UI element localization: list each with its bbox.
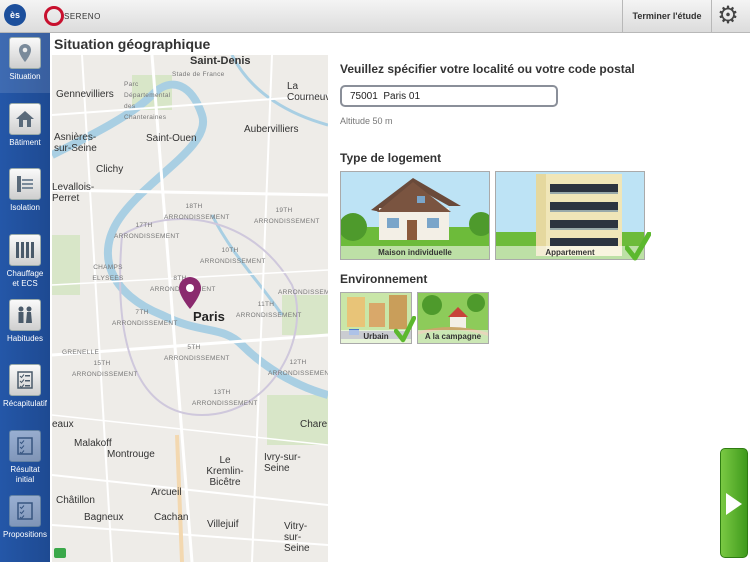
map-label-stade: Stade de France <box>172 71 225 78</box>
map-label-arcueil: Arcueil <box>151 487 182 498</box>
arrow-right-icon <box>726 493 742 515</box>
altitude-text: Altitude 50 m <box>340 116 393 126</box>
checkmark-icon <box>394 316 416 343</box>
gear-icon[interactable]: ⚙ <box>712 2 744 30</box>
next-button[interactable] <box>720 448 748 558</box>
env-option-campagne[interactable]: A la campagne <box>417 292 489 344</box>
sidebar-item-recapitulatif[interactable]: Récapitulatif <box>0 364 50 409</box>
map-label-paris: Paris <box>193 309 225 324</box>
sidebar-item-batiment[interactable]: Bâtiment <box>0 103 50 148</box>
checkmark-icon <box>625 232 651 261</box>
top-bar: ès SERENO Terminer l'étude ⚙ <box>0 0 750 33</box>
map-label-eaux: eaux <box>52 419 74 430</box>
map-label-malakoff: Malakoff <box>74 438 112 449</box>
house-icon <box>9 103 41 135</box>
map-label-chatillon: Châtillon <box>56 495 95 506</box>
map-label-gennevilliers: Gennevilliers <box>56 89 114 100</box>
page-title: Situation géographique <box>54 36 211 52</box>
map-label-arr-17: 17TH ARRONDISSEMENT <box>114 222 180 240</box>
map-label-bagneux: Bagneux <box>84 512 124 523</box>
sidebar-item-isolation[interactable]: Isolation <box>0 168 50 213</box>
map-pin-icon <box>179 277 201 309</box>
map-label-arr-20: ARRONDISSEMENT <box>278 289 328 296</box>
map-label-la-courneuve: La Courneuve <box>287 81 328 103</box>
logement-option-label: Appartement <box>496 246 644 259</box>
map-label-arr-11: 11TH ARRONDISSEMENT <box>236 301 302 319</box>
map-label-ivry: Ivry-sur-Seine <box>264 452 301 474</box>
locality-input[interactable] <box>340 85 558 107</box>
env-option-label: A la campagne <box>418 330 488 343</box>
sidebar-item-resultat-initial[interactable]: Résultat initial <box>0 430 50 485</box>
map-label-arr-18: 18TH ARRONDISSEMENT <box>164 203 230 221</box>
map-label-saint-denis: Saint-Denis <box>190 55 251 67</box>
map-label-arr-12: 12TH ARRONDISSEMENT <box>268 359 328 377</box>
people-icon <box>9 299 41 331</box>
map-label-champs: CHAMPS ELYSEES <box>92 264 124 282</box>
insulation-icon <box>9 168 41 200</box>
map-attribution-icon[interactable] <box>54 548 66 558</box>
sidebar-item-label: Situation <box>9 72 41 81</box>
map-view[interactable]: Saint-Denis Stade de France Parc Départe… <box>52 55 328 562</box>
sidebar-item-habitudes[interactable]: Habitudes <box>0 299 50 344</box>
map-label-asnieres: Asnières-sur-Seine <box>54 132 97 154</box>
map-label-arr-13: 13TH ARRONDISSEMENT <box>192 389 258 407</box>
logement-option-label: Maison individuelle <box>341 246 489 259</box>
map-pin-icon <box>9 37 41 69</box>
map-label-vitry: Vitry-sur-Seine <box>284 521 310 554</box>
map-label-montrouge: Montrouge <box>107 449 155 460</box>
map-label-arr-5: 5TH ARRONDISSEMENT <box>164 344 230 362</box>
sidebar-item-chauffage[interactable]: Chauffage et ECS <box>0 234 50 289</box>
map-label-charenton: Chare <box>300 419 328 430</box>
checklist-icon <box>9 364 41 396</box>
map-label-arr-19: 19TH ARRONDISSEMENT <box>254 207 320 225</box>
map-label-arr-7: 7TH ARRONDISSEMENT <box>112 309 178 327</box>
es-logo: ès <box>4 4 26 26</box>
checklist-icon <box>9 430 41 462</box>
logement-option-appartement[interactable]: Appartement <box>495 171 645 260</box>
logement-option-maison[interactable]: Maison individuelle <box>340 171 490 260</box>
map-label-levallois: Levallois-Perret <box>52 182 95 204</box>
locality-label: Veuillez spécifier votre localité ou vot… <box>340 62 635 76</box>
radiator-icon <box>9 234 41 266</box>
sidebar-item-propositions[interactable]: Propositions <box>0 495 50 540</box>
sidebar-item-situation[interactable]: Situation <box>0 33 50 93</box>
map-label-kremlin: Le Kremlin-Bicêtre <box>206 455 244 488</box>
map-label-aubervilliers: Aubervilliers <box>244 124 299 135</box>
logement-label: Type de logement <box>340 151 442 165</box>
map-label-villejuif: Villejuif <box>207 519 239 530</box>
map-label-saint-ouen: Saint-Ouen <box>146 133 197 144</box>
map-label-clichy: Clichy <box>96 164 124 175</box>
checklist-icon <box>9 495 41 527</box>
map-label-cachan: Cachan <box>154 512 189 523</box>
sidebar: Situation Bâtiment Isolation Chauffage e… <box>0 33 50 562</box>
map-label-arr-15: 15TH ARRONDISSEMENT <box>72 360 138 378</box>
terminer-etude-button[interactable]: Terminer l'étude <box>622 0 712 32</box>
map-label-parc: Parc Départemental des Chanteraines <box>124 81 171 121</box>
map-label-grenelle: GRENELLE <box>62 349 100 356</box>
map-label-arr-10: 10TH ARRONDISSEMENT <box>200 247 266 265</box>
environnement-label: Environnement <box>340 272 428 286</box>
